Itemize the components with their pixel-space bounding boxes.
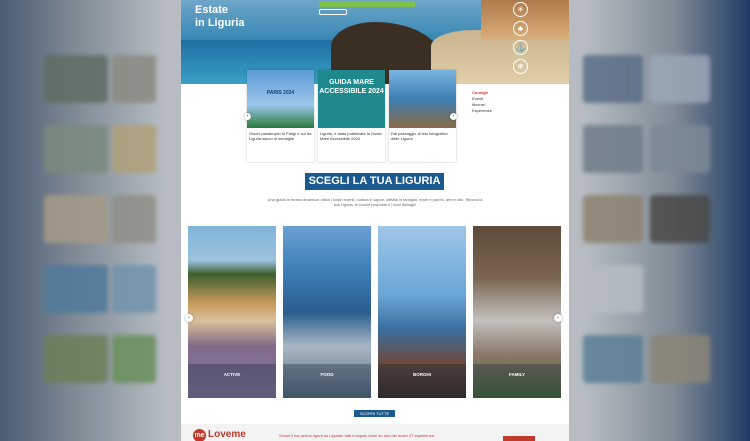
bg-tile [44, 195, 108, 243]
news-next-arrow[interactable]: › [450, 113, 457, 120]
category-label: FOOD [320, 372, 334, 377]
news-card[interactable]: GUIDA MARE ACCESSIBILE 2024 Liguria, è s… [318, 70, 385, 162]
page: Estate in Liguria ☀ ♣ ⚓ ❄ PARIS 2024 Gio… [181, 0, 569, 441]
category-tile-active[interactable]: ACTIVE [188, 226, 276, 398]
tile-label-band [378, 364, 466, 398]
hero-title-line1: Estate [195, 4, 229, 16]
news-card[interactable]: Dal passaggio al lido fotografico delle … [389, 70, 456, 162]
more-button[interactable]: SCOPRI TUTTE [354, 410, 395, 417]
bg-tile [44, 335, 108, 383]
news-card-caption: Giochi paralimpici di Parigi e sul tra L… [249, 131, 312, 141]
category-tile-family[interactable]: FAMILY [473, 226, 561, 398]
loveme-brand: Loveme [208, 429, 246, 440]
bg-tile [583, 195, 643, 243]
hero-cta-bar[interactable] [319, 1, 415, 7]
tiles-next-arrow[interactable]: › [554, 314, 562, 322]
news-card-caption: Liguria, è stata pubblicata la Guida Mar… [320, 131, 382, 141]
hero-title-line2: in Liguria [195, 17, 245, 29]
bg-tile [112, 195, 156, 243]
section-title: SCEGLI LA TUA LIGURIA [305, 173, 444, 190]
tile-label-band [473, 364, 561, 398]
bg-tile [44, 265, 108, 313]
bg-tile [112, 265, 156, 313]
footer-button[interactable] [503, 436, 535, 441]
news-card-image [389, 70, 456, 128]
side-link[interactable]: Esperienze [472, 108, 492, 114]
news-card-badge: GUIDA MARE ACCESSIBILE 2024 [319, 79, 384, 95]
news-card[interactable]: PARIS 2024 Giochi paralimpici di Parigi … [247, 70, 314, 162]
category-tile-food[interactable]: FOOD [283, 226, 371, 398]
bg-tile [650, 55, 710, 103]
category-label: ACTIVE [223, 372, 241, 377]
bg-tile [650, 335, 710, 383]
bg-tile [112, 125, 156, 173]
bg-tile [650, 125, 710, 173]
bg-tile [583, 55, 643, 103]
hero-title: Estate in Liguria [195, 4, 245, 30]
hero-button[interactable] [319, 9, 347, 15]
bg-tile [650, 195, 710, 243]
bg-tile [583, 335, 643, 383]
news-card-image: PARIS 2024 [247, 70, 314, 128]
category-label: BORGHI [413, 372, 431, 377]
bg-tile [112, 55, 156, 103]
news-card-caption: Dal passaggio al lido fotografico delle … [391, 131, 448, 141]
section-intro: Una guida in forma dinamica: visita i no… [267, 197, 483, 207]
bg-tile [112, 335, 156, 383]
bg-tile [44, 125, 108, 173]
hero-icon-column: ☀ ♣ ⚓ ❄ [513, 2, 528, 74]
tile-label-band [283, 364, 371, 398]
news-carousel: PARIS 2024 Giochi paralimpici di Parigi … [247, 70, 456, 162]
snowflake-icon[interactable]: ❄ [513, 59, 528, 74]
category-tile-borghi[interactable]: BORGHI [378, 226, 466, 398]
heart-icon: me [193, 429, 206, 441]
tiles-prev-arrow[interactable]: ‹ [185, 314, 193, 322]
footer-text: Scopri il tuo animo ligure su Ligurian t… [279, 433, 436, 438]
bg-tile [44, 55, 108, 103]
bg-tile [583, 265, 643, 313]
side-links: Consigli Eventi Itinerari Esperienze [472, 90, 492, 114]
loveme-logo[interactable]: me Loveme [193, 429, 246, 441]
news-card-image: GUIDA MARE ACCESSIBILE 2024 [318, 70, 385, 128]
palm-icon[interactable]: ♣ [513, 21, 528, 36]
news-prev-arrow[interactable]: ‹ [244, 113, 251, 120]
news-card-badge: PARIS 2024 [266, 90, 295, 96]
sun-icon[interactable]: ☀ [513, 2, 528, 17]
category-tiles: ACTIVE FOOD BORGHI FAMILY [188, 226, 561, 398]
bg-tile [583, 125, 643, 173]
tile-label-band [188, 364, 276, 398]
ship-icon[interactable]: ⚓ [513, 40, 528, 55]
category-label: FAMILY [508, 372, 526, 377]
